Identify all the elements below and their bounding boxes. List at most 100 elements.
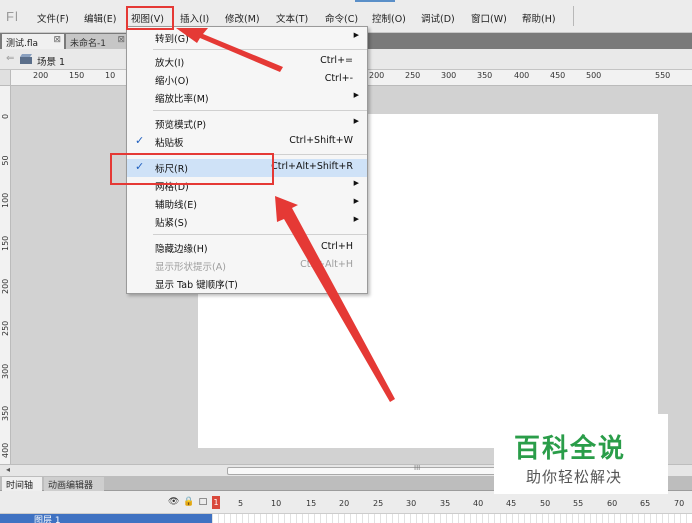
close-icon[interactable]: ⊠ bbox=[53, 35, 61, 45]
frame-number: 55 bbox=[573, 499, 584, 508]
menu-commands[interactable]: 命令(C) bbox=[325, 11, 358, 25]
menu-divider bbox=[153, 234, 367, 235]
submenu-arrow-icon: ▶ bbox=[353, 31, 359, 39]
ruler-label: 400 bbox=[514, 71, 530, 80]
vertical-ruler[interactable]: 0 50 100 150 200 250 300 350 400 bbox=[0, 86, 11, 464]
menu-debug[interactable]: 调试(D) bbox=[421, 11, 455, 25]
menu-item-label: 贴紧(S) bbox=[155, 218, 188, 229]
ruler-label: 350 bbox=[1, 405, 10, 421]
menu-item-hide-edges[interactable]: 隐藏边缘(H) Ctrl+H bbox=[127, 239, 367, 257]
tab-motion-editor[interactable]: 动画编辑器 bbox=[44, 477, 104, 491]
frame-number: 40 bbox=[473, 499, 484, 508]
menu-item-pasteboard[interactable]: ✓ 粘贴板 Ctrl+Shift+W bbox=[127, 133, 367, 151]
frame-number: 65 bbox=[640, 499, 651, 508]
ruler-label: 500 bbox=[586, 71, 602, 80]
menu-item-preview-mode[interactable]: 预览模式(P) ▶ bbox=[127, 115, 367, 133]
submenu-arrow-icon: ▶ bbox=[353, 179, 359, 187]
title-accent bbox=[355, 0, 395, 2]
frame-number: 10 bbox=[271, 499, 282, 508]
menu-item-zoom-out[interactable]: 缩小(O) Ctrl+- bbox=[127, 71, 367, 89]
menu-item-shortcut: Ctrl+Alt+H bbox=[300, 259, 353, 270]
ruler-label: 300 bbox=[1, 363, 10, 379]
clapperboard-icon bbox=[20, 54, 32, 64]
layer-selected[interactable]: 图层 1 bbox=[0, 514, 212, 523]
frame-number: 25 bbox=[373, 499, 384, 508]
frame-number: 35 bbox=[440, 499, 451, 508]
tab-untitled-1[interactable]: 未命名-1 ⊠ bbox=[66, 34, 128, 49]
menu-item-snapping[interactable]: 贴紧(S) ▶ bbox=[127, 213, 367, 231]
menu-item-shortcut: Ctrl+H bbox=[320, 241, 353, 252]
menu-item-label: 粘贴板 bbox=[155, 138, 184, 149]
frame-number: 30 bbox=[406, 499, 417, 508]
menu-item-shortcut: Ctrl+- bbox=[324, 73, 353, 84]
frame-number: 5 bbox=[238, 499, 244, 508]
frame-number: 60 bbox=[607, 499, 618, 508]
scene-label[interactable]: 场景 1 bbox=[37, 54, 65, 68]
menu-separator bbox=[573, 6, 574, 26]
submenu-arrow-icon: ▶ bbox=[353, 91, 359, 99]
ruler-label: 200 bbox=[1, 278, 10, 294]
frame-number: 70 bbox=[674, 499, 685, 508]
ruler-label: 550 bbox=[655, 71, 671, 80]
ruler-label: 300 bbox=[441, 71, 457, 80]
menu-item-goto[interactable]: 转到(G) ▶ bbox=[127, 29, 367, 47]
menu-item-label: 预览模式(P) bbox=[155, 120, 207, 131]
ruler-label: 250 bbox=[405, 71, 421, 80]
menu-divider bbox=[153, 49, 367, 50]
ruler-label: 350 bbox=[477, 71, 493, 80]
menu-file[interactable]: 文件(F) bbox=[37, 11, 69, 25]
menu-item-zoom-in[interactable]: 放大(I) Ctrl+= bbox=[127, 53, 367, 71]
watermark-title: 百科全说 bbox=[514, 434, 627, 464]
menu-item-shortcut: Ctrl+= bbox=[320, 55, 353, 66]
frame-number: 15 bbox=[306, 499, 317, 508]
submenu-arrow-icon: ▶ bbox=[353, 215, 359, 223]
scroll-grip-icon: III bbox=[414, 464, 421, 472]
ruler-label: 200 bbox=[33, 71, 49, 80]
frame-cells[interactable] bbox=[212, 514, 692, 523]
ruler-label: 50 bbox=[1, 155, 10, 166]
layer-visibility-lock-outline-icons[interactable]: 👁🔒□ bbox=[168, 497, 211, 507]
submenu-arrow-icon: ▶ bbox=[353, 117, 359, 125]
menu-insert[interactable]: 插入(I) bbox=[180, 11, 209, 25]
frame-number: 20 bbox=[339, 499, 350, 508]
menu-item-magnification[interactable]: 缩放比率(M) ▶ bbox=[127, 89, 367, 107]
menu-item-label: 缩小(O) bbox=[155, 76, 189, 87]
menu-item-label: 隐藏边缘(H) bbox=[155, 244, 208, 255]
menu-text[interactable]: 文本(T) bbox=[276, 11, 308, 25]
frame-number: 45 bbox=[506, 499, 517, 508]
watermark-subtitle: 助你轻松解决 bbox=[526, 468, 623, 486]
ruler-corner bbox=[0, 70, 11, 86]
ruler-label: 10 bbox=[105, 71, 116, 80]
ruler-label: 200 bbox=[369, 71, 385, 80]
menu-item-show-shape-hints: 显示形状提示(A) Ctrl+Alt+H bbox=[127, 257, 367, 275]
menu-item-label: 放大(I) bbox=[155, 58, 185, 69]
tab-timeline[interactable]: 时间轴 bbox=[2, 477, 42, 491]
menu-control[interactable]: 控制(O) bbox=[372, 11, 406, 25]
menu-modify[interactable]: 修改(M) bbox=[225, 11, 260, 25]
menu-item-label: 辅助线(E) bbox=[155, 200, 197, 211]
playhead[interactable]: 1 bbox=[212, 496, 220, 509]
menu-item-guides[interactable]: 辅助线(E) ▶ bbox=[127, 195, 367, 213]
watermark-logo: 百科全说 助你轻松解决 bbox=[494, 414, 668, 494]
layer-name: 图层 1 bbox=[34, 516, 61, 523]
timeline-header: 👁🔒□ 1 5 10 15 20 25 30 35 40 45 50 55 60… bbox=[0, 491, 692, 513]
ruler-label: 150 bbox=[69, 71, 85, 80]
highlight-box-rulers bbox=[110, 153, 274, 185]
highlight-box-view-menu bbox=[126, 6, 174, 30]
tab-label: 测试.fla bbox=[6, 39, 39, 49]
back-arrow-icon[interactable]: ⇐ bbox=[6, 53, 14, 64]
menu-item-show-tab-order[interactable]: 显示 Tab 键顺序(T) bbox=[127, 275, 367, 293]
scroll-left-icon[interactable]: ◂ bbox=[6, 465, 10, 474]
ruler-label: 250 bbox=[1, 320, 10, 336]
menu-item-label: 显示形状提示(A) bbox=[155, 262, 226, 273]
close-icon[interactable]: ⊠ bbox=[117, 35, 125, 45]
ruler-label: 100 bbox=[1, 192, 10, 208]
menu-window[interactable]: 窗口(W) bbox=[471, 11, 507, 25]
menu-help[interactable]: 帮助(H) bbox=[522, 11, 556, 25]
tab-test-fla[interactable]: 测试.fla ⊠ bbox=[2, 34, 64, 49]
frame-number: 50 bbox=[540, 499, 551, 508]
submenu-arrow-icon: ▶ bbox=[353, 197, 359, 205]
menu-edit[interactable]: 编辑(E) bbox=[84, 11, 116, 25]
app-logo: Fl bbox=[6, 9, 19, 24]
layer-row[interactable]: 图层 1 bbox=[0, 513, 692, 523]
